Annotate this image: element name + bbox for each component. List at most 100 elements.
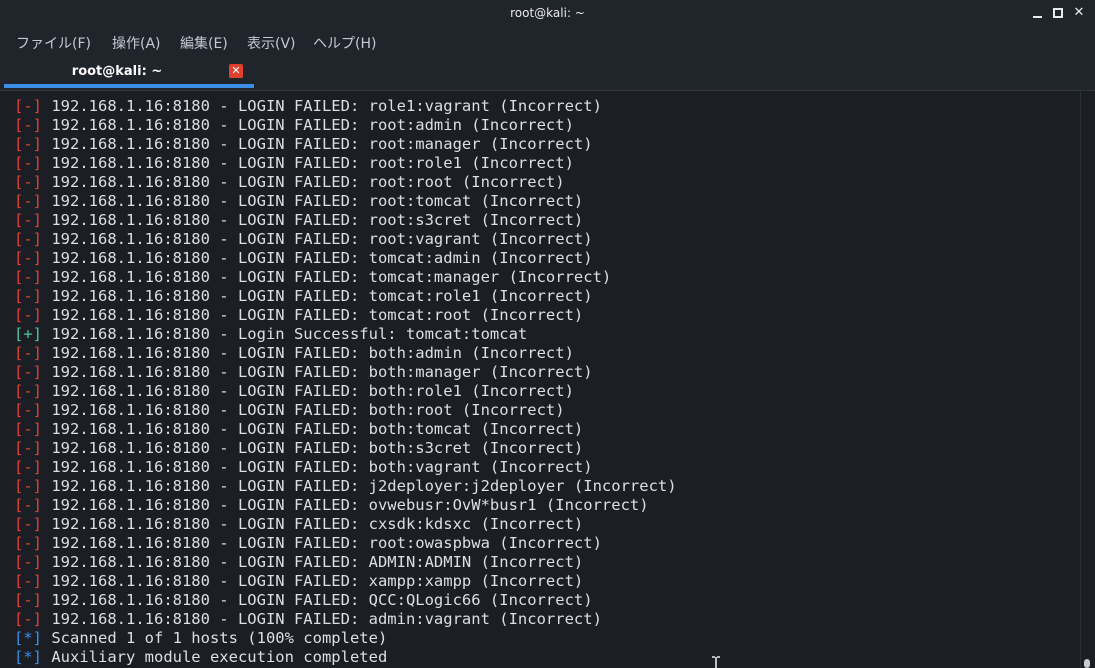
line-text: 192.168.1.16:8180 - LOGIN FAILED: QCC:QL…: [42, 591, 593, 609]
close-icon: ✕: [1073, 5, 1085, 20]
terminal-line: [*] Scanned 1 of 1 hosts (100% complete): [14, 629, 677, 648]
line-text: 192.168.1.16:8180 - Login Successful: to…: [42, 325, 528, 343]
line-text: 192.168.1.16:8180 - LOGIN FAILED: ADMIN:…: [42, 553, 584, 571]
active-tab-indicator: [4, 84, 254, 88]
terminal-line: [-] 192.168.1.16:8180 - LOGIN FAILED: ov…: [14, 496, 677, 515]
terminal-line: [-] 192.168.1.16:8180 - LOGIN FAILED: bo…: [14, 382, 677, 401]
menu-edit[interactable]: 編集(E): [180, 33, 228, 53]
terminal-line: [-] 192.168.1.16:8180 - LOGIN FAILED: ro…: [14, 135, 677, 154]
scrollbar-thumb[interactable]: [1084, 659, 1090, 668]
line-text: 192.168.1.16:8180 - LOGIN FAILED: both:r…: [42, 382, 574, 400]
terminal-line: [-] 192.168.1.16:8180 - LOGIN FAILED: ad…: [14, 610, 677, 629]
terminal-line: [-] 192.168.1.16:8180 - LOGIN FAILED: ro…: [14, 154, 677, 173]
status-tag-fail: [-]: [14, 496, 42, 514]
status-tag-fail: [-]: [14, 572, 42, 590]
terminal-line: [-] 192.168.1.16:8180 - LOGIN FAILED: ro…: [14, 173, 677, 192]
status-tag-fail: [-]: [14, 249, 42, 267]
text-cursor-icon: [712, 656, 720, 668]
line-text: 192.168.1.16:8180 - LOGIN FAILED: tomcat…: [42, 249, 593, 267]
line-text: 192.168.1.16:8180 - LOGIN FAILED: root:r…: [42, 154, 574, 172]
menu-view[interactable]: 表示(V): [247, 33, 296, 53]
maximize-button[interactable]: [1049, 4, 1067, 22]
terminal-line: [-] 192.168.1.16:8180 - LOGIN FAILED: bo…: [14, 401, 677, 420]
status-tag-fail: [-]: [14, 477, 42, 495]
status-tag-fail: [-]: [14, 420, 42, 438]
terminal-line: [-] 192.168.1.16:8180 - LOGIN FAILED: bo…: [14, 420, 677, 439]
terminal-line: [-] 192.168.1.16:8180 - LOGIN FAILED: to…: [14, 268, 677, 287]
status-tag-fail: [-]: [14, 230, 42, 248]
line-text: 192.168.1.16:8180 - LOGIN FAILED: root:v…: [42, 230, 593, 248]
menu-file[interactable]: ファイル(F): [16, 33, 91, 53]
line-text: Scanned 1 of 1 hosts (100% complete): [42, 629, 388, 647]
status-tag-fail: [-]: [14, 591, 42, 609]
line-text: 192.168.1.16:8180 - LOGIN FAILED: both:s…: [42, 439, 584, 457]
scrollbar[interactable]: [1080, 91, 1095, 668]
line-text: 192.168.1.16:8180 - LOGIN FAILED: root:s…: [42, 211, 584, 229]
line-text: 192.168.1.16:8180 - LOGIN FAILED: root:t…: [42, 192, 584, 210]
status-tag-fail: [-]: [14, 515, 42, 533]
status-tag-fail: [-]: [14, 97, 42, 115]
terminal-window: root@kali: ~ ✕ ファイル(F) 操作(A) 編集(E) 表示(V)…: [0, 0, 1095, 668]
line-text: Auxiliary module execution completed: [42, 648, 388, 666]
status-tag-fail: [-]: [14, 363, 42, 381]
terminal-line: [*] Auxiliary module execution completed: [14, 648, 677, 667]
tab-bar: root@kali: ~ ✕: [0, 56, 1095, 91]
status-tag-info: [*]: [14, 648, 42, 666]
line-text: 192.168.1.16:8180 - LOGIN FAILED: xampp:…: [42, 572, 584, 590]
title-bar[interactable]: root@kali: ~ ✕: [0, 0, 1095, 28]
status-tag-fail: [-]: [14, 553, 42, 571]
status-tag-fail: [-]: [14, 192, 42, 210]
status-tag-success: [+]: [14, 325, 42, 343]
line-text: 192.168.1.16:8180 - LOGIN FAILED: root:a…: [42, 116, 574, 134]
terminal-line: [-] 192.168.1.16:8180 - LOGIN FAILED: ro…: [14, 116, 677, 135]
terminal-line: [-] 192.168.1.16:8180 - LOGIN FAILED: to…: [14, 306, 677, 325]
terminal-line: [-] 192.168.1.16:8180 - LOGIN FAILED: to…: [14, 249, 677, 268]
status-tag-fail: [-]: [14, 344, 42, 362]
menu-action[interactable]: 操作(A): [112, 33, 161, 53]
status-tag-fail: [-]: [14, 173, 42, 191]
line-text: 192.168.1.16:8180 - LOGIN FAILED: both:v…: [42, 458, 593, 476]
line-text: 192.168.1.16:8180 - LOGIN FAILED: tomcat…: [42, 306, 584, 324]
maximize-icon: [1053, 8, 1063, 18]
terminal-line: [+] 192.168.1.16:8180 - Login Successful…: [14, 325, 677, 344]
terminal-line: [-] 192.168.1.16:8180 - LOGIN FAILED: bo…: [14, 363, 677, 382]
terminal-line: [-] 192.168.1.16:8180 - LOGIN FAILED: ro…: [14, 97, 677, 116]
terminal-lines: [-] 192.168.1.16:8180 - LOGIN FAILED: ro…: [14, 97, 677, 667]
line-text: 192.168.1.16:8180 - LOGIN FAILED: role1:…: [42, 97, 602, 115]
menu-help[interactable]: ヘルプ(H): [313, 33, 376, 53]
close-window-button[interactable]: ✕: [1070, 4, 1088, 22]
terminal-line: [-] 192.168.1.16:8180 - LOGIN FAILED: QC…: [14, 591, 677, 610]
line-text: 192.168.1.16:8180 - LOGIN FAILED: j2depl…: [42, 477, 677, 495]
terminal-line: [-] 192.168.1.16:8180 - LOGIN FAILED: ro…: [14, 192, 677, 211]
status-tag-fail: [-]: [14, 610, 42, 628]
terminal-line: [-] 192.168.1.16:8180 - LOGIN FAILED: xa…: [14, 572, 677, 591]
line-text: 192.168.1.16:8180 - LOGIN FAILED: root:r…: [42, 173, 565, 191]
minimize-icon: [1033, 16, 1042, 18]
terminal-line: [-] 192.168.1.16:8180 - LOGIN FAILED: cx…: [14, 515, 677, 534]
terminal-line: [-] 192.168.1.16:8180 - LOGIN FAILED: to…: [14, 287, 677, 306]
terminal-line: [-] 192.168.1.16:8180 - LOGIN FAILED: ro…: [14, 534, 677, 553]
line-text: 192.168.1.16:8180 - LOGIN FAILED: admin:…: [42, 610, 602, 628]
status-tag-fail: [-]: [14, 458, 42, 476]
line-text: 192.168.1.16:8180 - LOGIN FAILED: tomcat…: [42, 287, 593, 305]
terminal-line: [-] 192.168.1.16:8180 - LOGIN FAILED: bo…: [14, 458, 677, 477]
status-tag-fail: [-]: [14, 439, 42, 457]
terminal-line: [-] 192.168.1.16:8180 - LOGIN FAILED: ro…: [14, 211, 677, 230]
line-text: 192.168.1.16:8180 - LOGIN FAILED: root:m…: [42, 135, 593, 153]
terminal-line: [-] 192.168.1.16:8180 - LOGIN FAILED: ro…: [14, 230, 677, 249]
terminal-line: [-] 192.168.1.16:8180 - LOGIN FAILED: AD…: [14, 553, 677, 572]
tab-close-icon[interactable]: ✕: [229, 64, 243, 78]
terminal-line: [-] 192.168.1.16:8180 - LOGIN FAILED: j2…: [14, 477, 677, 496]
line-text: 192.168.1.16:8180 - LOGIN FAILED: tomcat…: [42, 268, 612, 286]
window-title: root@kali: ~: [510, 6, 585, 20]
minimize-button[interactable]: [1029, 4, 1047, 22]
terminal-output[interactable]: [-] 192.168.1.16:8180 - LOGIN FAILED: ro…: [0, 91, 1080, 668]
status-tag-fail: [-]: [14, 154, 42, 172]
status-tag-fail: [-]: [14, 211, 42, 229]
status-tag-fail: [-]: [14, 287, 42, 305]
tab-root-kali[interactable]: root@kali: ~ ✕: [4, 58, 254, 88]
status-tag-fail: [-]: [14, 306, 42, 324]
line-text: 192.168.1.16:8180 - LOGIN FAILED: ovwebu…: [42, 496, 649, 514]
line-text: 192.168.1.16:8180 - LOGIN FAILED: both:m…: [42, 363, 593, 381]
line-text: 192.168.1.16:8180 - LOGIN FAILED: both:t…: [42, 420, 584, 438]
